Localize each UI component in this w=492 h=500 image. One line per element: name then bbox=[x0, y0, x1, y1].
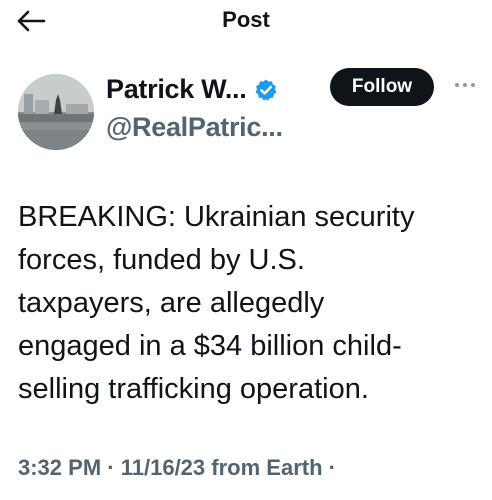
more-dot bbox=[463, 83, 467, 87]
avatar[interactable] bbox=[18, 74, 94, 150]
post-date[interactable]: 11/16/23 bbox=[121, 455, 205, 480]
post-text-line: engaged in a $34 billion child- bbox=[18, 330, 402, 362]
post-text-line: taxpayers, are allegedly bbox=[18, 287, 325, 319]
top-bar: Post bbox=[0, 0, 492, 44]
post-metadata: 3:32 PM · 11/16/23 from Earth · bbox=[18, 455, 336, 481]
meta-separator: · bbox=[328, 455, 336, 480]
avatar-photo bbox=[18, 74, 94, 150]
display-name-row: Patrick W... bbox=[106, 74, 278, 105]
post-text: BREAKING: Ukrainian security forces, fun… bbox=[18, 196, 484, 411]
more-dot bbox=[455, 83, 459, 87]
user-handle[interactable]: @RealPatric... bbox=[106, 112, 283, 143]
post-text-line: BREAKING: Ukrainian security bbox=[18, 201, 415, 233]
post-time[interactable]: 3:32 PM bbox=[18, 455, 101, 480]
post-author: Patrick W... @RealPatric... Follow bbox=[0, 66, 492, 156]
follow-button[interactable]: Follow bbox=[330, 68, 434, 106]
more-dot bbox=[471, 83, 475, 87]
meta-separator: · bbox=[107, 455, 115, 480]
page-title: Post bbox=[222, 7, 270, 32]
post-text-line: forces, funded by U.S. bbox=[18, 244, 305, 276]
more-options-button[interactable] bbox=[449, 78, 481, 92]
display-name[interactable]: Patrick W... bbox=[106, 74, 247, 105]
post-source: from Earth bbox=[211, 455, 323, 480]
verified-badge-icon bbox=[255, 79, 277, 101]
post-text-line: selling trafficking operation. bbox=[18, 373, 369, 405]
